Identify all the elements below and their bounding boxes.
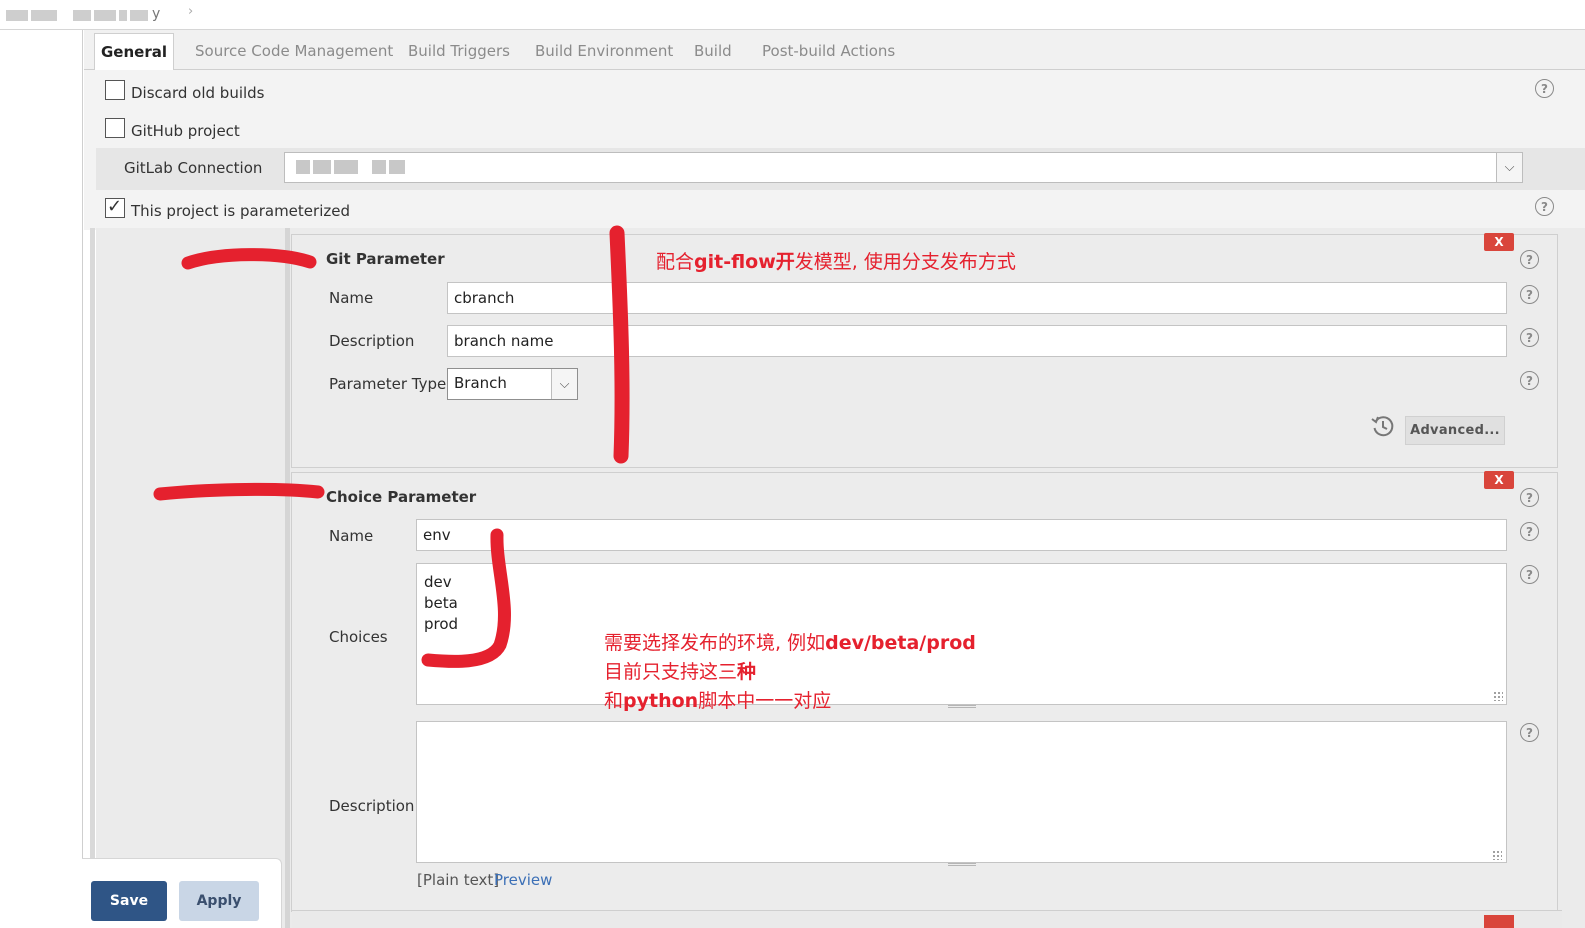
apply-button[interactable]: Apply (179, 881, 259, 921)
help-icon[interactable]: ? (1535, 197, 1554, 216)
chevron-down-icon[interactable]: ⌵ (1496, 153, 1522, 182)
tab-build[interactable]: Build (694, 42, 732, 60)
help-icon[interactable]: ? (1520, 522, 1539, 541)
choice-parameter-title: Choice Parameter (326, 488, 477, 506)
gitlab-connection-label: GitLab Connection (124, 159, 263, 177)
git-param-type-label: Parameter Type (329, 375, 447, 393)
github-project-checkbox[interactable] (105, 118, 125, 138)
help-icon[interactable]: ? (1520, 250, 1539, 269)
help-icon[interactable]: ? (1520, 371, 1539, 390)
gitlab-connection-value-redacted (296, 160, 405, 174)
help-icon[interactable]: ? (1520, 285, 1539, 304)
next-parameter-edge (292, 910, 1562, 928)
tab-source-code-management[interactable]: Source Code Management (195, 42, 393, 60)
choice-param-name-input[interactable]: env (416, 519, 1507, 551)
breadcrumb-job-name-redacted[interactable] (6, 8, 148, 22)
choice-param-description-textarea[interactable] (416, 721, 1507, 863)
config-tab-bar: General Source Code Management Build Tri… (84, 30, 1585, 71)
git-parameter-title: Git Parameter (326, 250, 445, 268)
tab-build-environment[interactable]: Build Environment (535, 42, 673, 60)
choice-param-choices-label: Choices (329, 628, 388, 646)
discard-old-builds-checkbox[interactable] (105, 80, 125, 100)
advanced-button[interactable]: Advanced... (1405, 416, 1505, 445)
next-parameter-delete-button[interactable] (1484, 915, 1514, 928)
parameter-type-value: Branch (454, 374, 507, 392)
github-project-label: GitHub project (131, 122, 240, 140)
git-param-name-input[interactable]: cbranch (447, 282, 1507, 314)
preview-link[interactable]: Preview (494, 871, 552, 889)
breadcrumb (0, 0, 1585, 30)
choice-param-description-label: Description (329, 797, 415, 815)
param-indent-bar (285, 228, 290, 928)
tab-build-triggers[interactable]: Build Triggers (408, 42, 510, 60)
left-gutter-divider (82, 30, 83, 928)
parameterized-label: This project is parameterized (131, 202, 350, 220)
tab-general[interactable]: General (94, 33, 174, 71)
choice-param-name-label: Name (329, 527, 374, 545)
annotation-three-choices-note: 目前只支持这三种 (604, 661, 757, 683)
choice-parameter-delete-button[interactable]: X (1484, 471, 1514, 489)
annotation-gitflow-note: 配合git-flow开发模型, 使用分支发布方式 (656, 251, 1016, 273)
git-parameter-delete-button[interactable]: X (1484, 233, 1514, 251)
git-param-description-label: Description (329, 332, 415, 350)
help-icon[interactable]: ? (1520, 328, 1539, 347)
choice-line: dev (424, 573, 452, 591)
parameterized-checkbox[interactable] (105, 196, 125, 218)
resize-grip-icon[interactable] (1493, 691, 1503, 701)
git-param-description-input[interactable]: branch name (447, 325, 1507, 357)
textarea-resize-handle[interactable] (948, 863, 976, 866)
annotation-env-note: 需要选择发布的环境, 例如dev/beta/prod (604, 632, 976, 654)
annotation-python-note: 和python脚本中一一对应 (604, 690, 832, 712)
left-indent-bar (90, 228, 95, 860)
textarea-resize-handle[interactable] (948, 705, 976, 708)
git-param-name-label: Name (329, 289, 374, 307)
resize-grip-icon[interactable] (1492, 850, 1502, 860)
help-icon[interactable]: ? (1535, 79, 1554, 98)
breadcrumb-job-name-tail[interactable]: y (152, 6, 160, 22)
plain-text-label: [Plain text] (417, 871, 500, 889)
help-icon[interactable]: ? (1520, 488, 1539, 507)
choice-line: beta (424, 594, 458, 612)
tab-post-build-actions[interactable]: Post-build Actions (762, 42, 895, 60)
history-icon[interactable] (1369, 412, 1397, 440)
discard-old-builds-label: Discard old builds (131, 84, 265, 102)
save-button[interactable]: Save (91, 881, 167, 921)
gitlab-connection-select[interactable]: ⌵ (284, 152, 1523, 183)
help-icon[interactable]: ? (1520, 723, 1539, 742)
chevron-down-icon[interactable]: ⌵ (551, 369, 577, 399)
help-icon[interactable]: ? (1520, 565, 1539, 584)
breadcrumb-arrow-icon[interactable]: › (188, 4, 193, 19)
